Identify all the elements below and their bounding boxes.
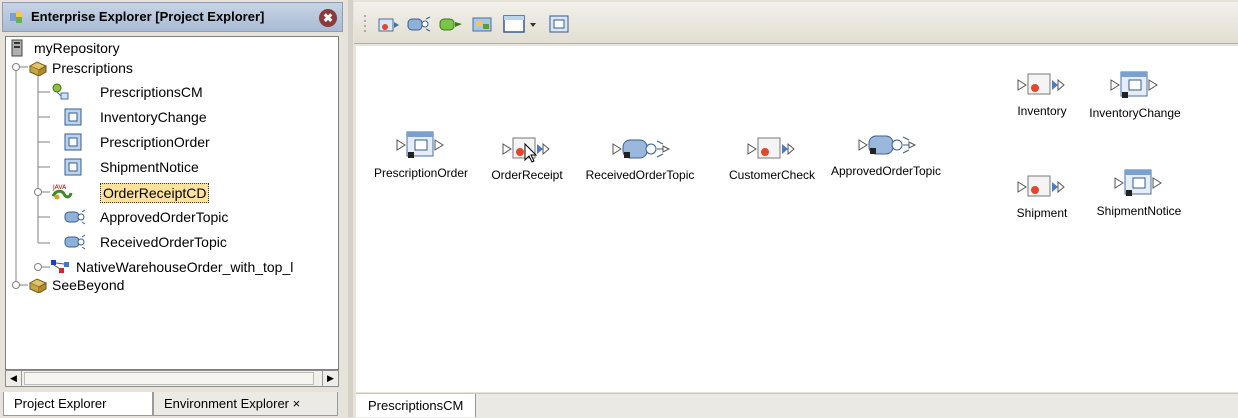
project-icon [28,278,48,293]
tree-item-prescriptionorder[interactable]: PrescriptionOrder [6,131,326,153]
close-icon[interactable]: ✖ [319,9,337,27]
tree-item-prescriptionscm[interactable]: PrescriptionsCM [6,81,326,103]
component-inventorychange[interactable]: InventoryChange [1080,68,1190,120]
editor-toolbar [354,2,1238,44]
tab-prescriptionscm[interactable]: PrescriptionsCM [356,394,477,417]
tree-item-label: ApprovedOrderTopic [100,209,229,225]
tree-item-inventorychange[interactable]: InventoryChange [6,106,326,128]
java-collaboration-icon: JAVA [51,183,73,200]
explorer-icon [10,11,22,23]
topic-icon [612,139,671,159]
component-label: InventoryChange [1089,106,1181,120]
repository-icon [11,39,23,57]
explorer-tabs: Project Explorer Environment Explorer × [0,392,348,417]
component-label: ReceivedOrderTopic [585,168,695,182]
project-explorer-panel: Enterprise Explorer [Project Explorer] ✖ [0,0,348,417]
tree-item-prescriptions[interactable]: Prescriptions [6,57,326,79]
component-prescriptionorder[interactable]: PrescriptionOrder [366,128,476,180]
tree-item-approvedordertopic[interactable]: ApprovedOrderTopic [6,206,326,228]
component-shipment[interactable]: Shipment [1002,170,1082,220]
tree-item-myrepository[interactable]: myRepository [6,37,326,59]
component-label: Inventory [1017,104,1067,118]
component-customercheck[interactable]: CustomerCheck [722,132,822,182]
scroll-thumb[interactable] [24,372,314,385]
topic-icon [64,234,86,250]
component-label: OrderReceipt [491,168,563,182]
component-label: PrescriptionOrder [373,166,469,180]
tree-item-label: ReceivedOrderTopic [100,234,227,250]
tree-item-shipmentnotice[interactable]: ShipmentNotice [6,156,326,178]
editor-tab-bar: PrescriptionsCM [356,393,1238,418]
external-application-icon [396,131,444,158]
new-topic-icon[interactable] [406,13,432,35]
panel-title: Enterprise Explorer [Project Explorer] [31,9,265,24]
service-icon [747,137,795,159]
tree-item-orderreceiptcd[interactable]: JAVA OrderReceiptCD [6,181,326,203]
component-shipmentnotice[interactable]: ShipmentNotice [1084,166,1194,218]
tree-item-label: ShipmentNotice [100,159,199,175]
tree-item-label: PrescriptionsCM [100,84,203,100]
new-webservice-icon[interactable] [470,13,496,35]
otd-icon [64,133,82,151]
topic-icon [64,209,86,225]
new-service-icon[interactable] [376,13,400,35]
otd-icon [64,108,82,126]
scroll-left-icon[interactable]: ◀ [6,371,22,386]
external-app-icon[interactable] [548,13,570,35]
tree-item-label: Prescriptions [52,60,133,76]
connectivity-map-icon [52,83,69,100]
tree-item-label: SeeBeyond [52,277,125,293]
deployment-icon [51,260,69,273]
tab-project-explorer[interactable]: Project Explorer [3,392,153,416]
component-receivedordertopic[interactable]: ReceivedOrderTopic [580,132,700,182]
new-otd-dropdown-icon[interactable] [502,13,540,35]
service-icon [502,137,550,163]
new-queue-icon[interactable] [438,13,464,35]
otd-icon [64,158,82,176]
component-orderreceipt[interactable]: OrderReceipt [482,132,572,182]
topic-icon [858,135,917,155]
panel-splitter[interactable] [348,0,353,417]
service-icon [1017,175,1065,197]
scroll-right-icon[interactable]: ▶ [322,371,338,386]
tree-item-seebeyond[interactable]: SeeBeyond [6,274,326,296]
tree-item-label: PrescriptionOrder [100,134,210,150]
tree-item-label: OrderReceiptCD [100,183,210,203]
tab-environment-explorer[interactable]: Environment Explorer × [153,392,338,416]
project-icon [28,61,48,76]
toolbar-grip-icon [364,15,366,32]
tree-item-label: myRepository [34,40,120,56]
connectivity-map-editor: PrescriptionOrder OrderReceipt ReceivedO… [354,2,1238,418]
horizontal-scrollbar[interactable]: ◀ ▶ [5,370,339,387]
project-tree[interactable]: myRepository Prescriptions Prescriptions… [5,36,339,370]
external-application-icon [1110,71,1158,98]
tree-item-receivedordertopic[interactable]: ReceivedOrderTopic [6,231,326,253]
component-label: CustomerCheck [728,168,816,182]
component-approvedordertopic[interactable]: ApprovedOrderTopic [826,128,946,178]
panel-title-bar[interactable]: Enterprise Explorer [Project Explorer] ✖ [2,2,343,32]
component-label: ApprovedOrderTopic [830,164,942,178]
diagram-canvas[interactable]: PrescriptionOrder OrderReceipt ReceivedO… [356,46,1238,392]
component-label: Shipment [1016,206,1068,220]
external-application-icon [1114,169,1162,196]
service-icon [1017,73,1065,95]
component-inventory[interactable]: Inventory [1002,68,1082,118]
component-label: ShipmentNotice [1096,204,1182,218]
tree-item-label: InventoryChange [100,109,207,125]
